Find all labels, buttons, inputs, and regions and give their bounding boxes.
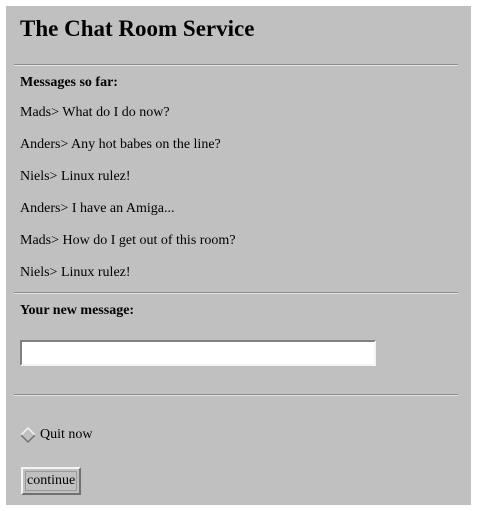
- message-item: Mads> What do I do now?: [20, 105, 170, 120]
- messages-heading: Messages so far:: [20, 75, 118, 90]
- continue-button[interactable]: continue: [21, 467, 82, 495]
- message-list: Mads> What do I do now? Anders> Any hot …: [20, 104, 236, 296]
- message-item: Niels> Linux rulez!: [20, 169, 131, 184]
- chat-room-panel: The Chat Room Service Messages so far: M…: [6, 6, 471, 505]
- message-item: Anders> I have an Amiga...: [20, 201, 175, 216]
- quit-label: Quit now: [40, 427, 93, 442]
- quit-option[interactable]: Quit now: [20, 425, 93, 445]
- message-item: Mads> How do I get out of this room?: [20, 233, 236, 248]
- new-message-input[interactable]: [20, 340, 376, 366]
- divider-bottom: [14, 394, 458, 396]
- divider-middle: [14, 292, 458, 294]
- new-message-heading: Your new message:: [20, 303, 135, 318]
- radio-diamond-icon[interactable]: [20, 427, 36, 443]
- page-title: The Chat Room Service: [20, 16, 255, 41]
- divider-top: [14, 64, 458, 66]
- message-item: Anders> Any hot babes on the line?: [20, 137, 221, 152]
